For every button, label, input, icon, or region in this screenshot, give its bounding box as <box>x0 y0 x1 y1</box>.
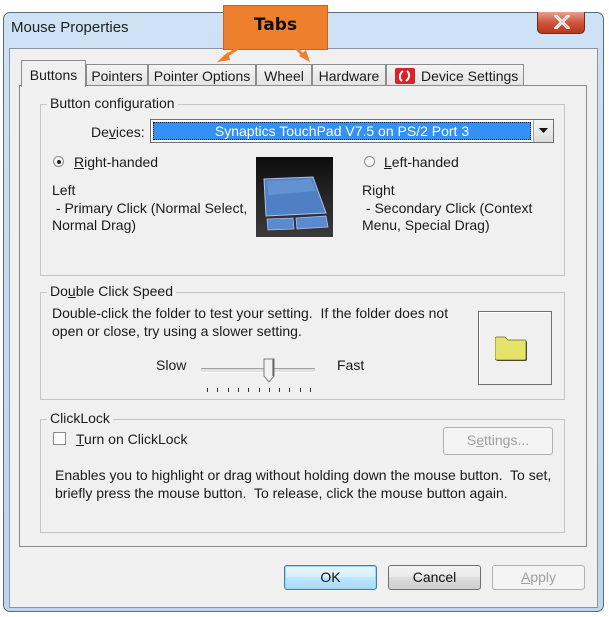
double-click-description: Double-click the folder to test your set… <box>52 305 449 339</box>
slider-tick <box>237 388 239 392</box>
annotation-arrows <box>217 42 310 62</box>
right-handed-label[interactable]: Right-handed <box>74 154 158 170</box>
close-x-icon <box>554 15 570 29</box>
slider-tick <box>248 388 250 392</box>
clicklock-legend: ClickLock <box>47 410 113 426</box>
apply-button[interactable]: Apply <box>492 565 585 590</box>
slider-tick <box>299 388 301 392</box>
devices-label: Devices: <box>91 124 145 140</box>
left-handed-radio[interactable] <box>364 156 375 167</box>
devices-dropdown[interactable]: Synaptics TouchPad V7.5 on PS/2 Port 3 <box>150 119 554 143</box>
tab-buttons[interactable]: Buttons <box>21 60 86 87</box>
clicklock-description: Enables you to highlight or drag without… <box>55 467 552 501</box>
left-button-description: Left - Primary Click (Normal Select, Nor… <box>52 182 248 233</box>
arrowhead-left-icon <box>217 52 230 62</box>
left-handed-label[interactable]: Left-handed <box>384 154 459 170</box>
slider-tick <box>279 388 281 392</box>
dropdown-arrow-button[interactable] <box>533 120 553 142</box>
tab-label: Pointers <box>91 68 143 84</box>
slider-tick <box>289 388 291 392</box>
tab-device-settings[interactable]: Device Settings <box>386 64 524 86</box>
touchpad-image <box>256 157 333 237</box>
ok-button[interactable]: OK <box>284 565 377 590</box>
right-handed-radio[interactable] <box>53 156 64 167</box>
synaptics-icon <box>395 68 415 84</box>
devices-selected-value: Synaptics TouchPad V7.5 on PS/2 Port 3 <box>153 122 531 140</box>
clicklock-settings-button[interactable]: Settings... <box>443 427 553 455</box>
fast-label: Fast <box>337 357 365 373</box>
slow-label: Slow <box>156 357 187 373</box>
tab-pointers[interactable]: Pointers <box>86 64 148 86</box>
close-button[interactable] <box>537 12 585 34</box>
slider-tick <box>258 388 260 392</box>
clicklock-checkbox[interactable] <box>53 432 66 445</box>
slider-tick <box>268 388 270 392</box>
test-folder-area[interactable] <box>478 311 552 385</box>
right-button-description: Right - Secondary Click (Context Menu, S… <box>362 182 533 233</box>
chevron-down-icon <box>539 128 548 133</box>
slider-tick <box>227 388 229 392</box>
tab-label: Buttons <box>29 67 78 83</box>
folder-icon[interactable] <box>495 336 529 362</box>
double-click-speed-legend: Double Click Speed <box>47 283 176 299</box>
tab-label: Device Settings <box>421 68 519 84</box>
clicklock-checkbox-label[interactable]: Turn on ClickLock <box>76 431 188 447</box>
slider-tick <box>217 388 219 392</box>
slider-thumb[interactable] <box>263 358 275 384</box>
slider-tick <box>207 388 208 392</box>
cancel-button[interactable]: Cancel <box>388 565 481 590</box>
double-click-speed-slider-track[interactable] <box>201 368 315 373</box>
slider-tick <box>310 388 311 392</box>
window-title: Mouse Properties <box>11 19 129 36</box>
button-configuration-legend: Button configuration <box>47 95 178 111</box>
